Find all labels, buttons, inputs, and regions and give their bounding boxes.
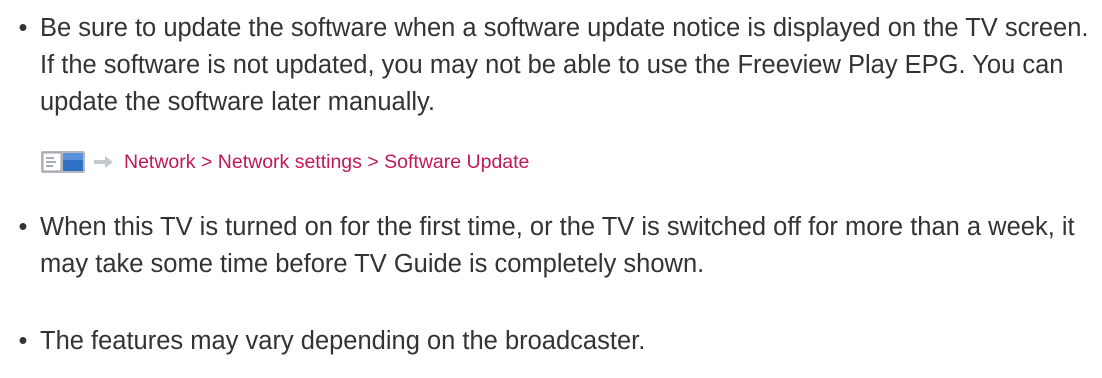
bullet-text: The features may vary depending on the b… <box>40 327 646 355</box>
bullet-item-software-update: • Be sure to update the software when a … <box>19 10 1090 121</box>
menu-path-separator: > <box>200 150 213 173</box>
menu-icon <box>41 151 85 173</box>
bullet-symbol: • <box>18 213 28 241</box>
menu-path-network[interactable]: Network <box>124 151 196 174</box>
menu-path-separator: > <box>367 150 379 173</box>
bullet-text: Be sure to update the software when a so… <box>40 14 1089 116</box>
bullet-text: When this TV is turned on for the first … <box>40 213 1075 278</box>
bullet-symbol: • <box>18 14 28 42</box>
bullet-symbol: • <box>18 327 28 355</box>
bullet-item-first-time: • When this TV is turned on for the firs… <box>19 209 1090 283</box>
menu-path-network-settings[interactable]: Network settings <box>218 151 362 174</box>
right-arrow-icon <box>94 156 113 168</box>
menu-path-software-update[interactable]: Software Update <box>384 151 529 174</box>
bullet-item-features: • The features may vary depending on the… <box>19 323 1090 360</box>
menu-path: Network > Network settings > Software Up… <box>40 148 529 176</box>
